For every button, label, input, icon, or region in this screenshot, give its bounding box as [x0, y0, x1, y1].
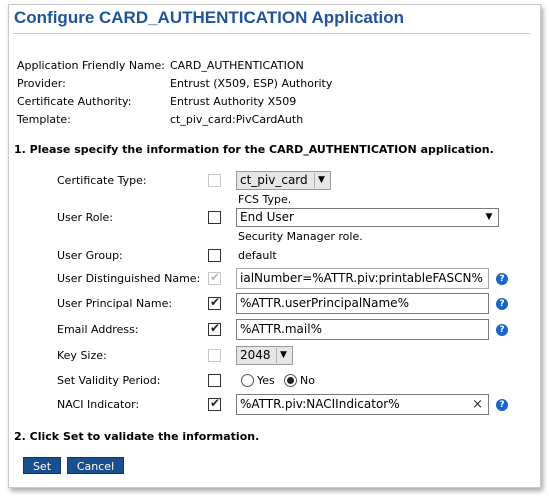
row-certificate-type: Certificate Type: ct_piv_card ▼ [0, 170, 549, 192]
email-address-checkbox[interactable] [208, 321, 221, 336]
naci-indicator-label: NACI Indicator: [57, 398, 140, 411]
key-size-checkbox [208, 349, 221, 362]
naci-indicator-value: %ATTR.piv:NACIIndicator% [240, 397, 400, 411]
info-label: Provider: [17, 77, 66, 90]
row-naci-indicator: NACI Indicator: %ATTR.piv:NACIIndicator%… [0, 394, 549, 416]
certificate-type-select: ct_piv_card ▼ [236, 171, 331, 190]
step-2-instruction: 2. Click Set to validate the information… [14, 430, 260, 443]
user-dn-value: ialNumber=%ATTR.piv:printableFASCN% [240, 271, 483, 285]
row-key-size: Key Size: 2048 ▼ [0, 345, 549, 367]
validity-no-radio[interactable] [284, 374, 297, 387]
user-group-value: default [238, 249, 277, 262]
user-role-select[interactable]: End User ▼ [236, 208, 499, 227]
info-label: Template: [17, 113, 71, 126]
validity-period-checkbox[interactable] [208, 374, 221, 387]
user-principal-name-input[interactable]: %ATTR.userPrincipalName% [236, 293, 489, 314]
row-user-principal-name: User Principal Name: %ATTR.userPrincipal… [0, 293, 549, 315]
chevron-down-icon: ▼ [276, 348, 290, 363]
help-icon[interactable]: ? [496, 399, 508, 411]
clear-icon[interactable]: × [472, 395, 483, 414]
info-value: Entrust Authority X509 [170, 95, 297, 108]
title-divider [13, 33, 530, 34]
certificate-type-hint: FCS Type. [238, 193, 292, 206]
key-size-select: 2048 ▼ [236, 346, 293, 365]
certificate-type-label: Certificate Type: [57, 174, 147, 187]
chevron-down-icon: ▼ [314, 173, 328, 188]
key-size-value: 2048 [240, 348, 271, 362]
user-principal-name-label: User Principal Name: [57, 297, 173, 310]
row-email-address: Email Address: %ATTR.mail% ? [0, 319, 549, 341]
user-principal-name-value: %ATTR.userPrincipalName% [240, 296, 409, 310]
chevron-down-icon: ▼ [485, 212, 493, 222]
user-principal-name-checkbox[interactable] [208, 295, 221, 310]
row-user-role: User Role: End User ▼ [0, 207, 549, 229]
validity-yes-radio[interactable] [241, 374, 254, 387]
user-dn-label: User Distinguished Name: [57, 272, 201, 285]
set-button[interactable]: Set [23, 457, 61, 474]
validity-yes-label: Yes [257, 374, 275, 387]
info-label: Application Friendly Name: [17, 59, 166, 72]
info-value: CARD_AUTHENTICATION [170, 59, 304, 72]
help-icon[interactable]: ? [496, 273, 508, 285]
user-group-label: User Group: [57, 249, 123, 262]
row-validity-period: Set Validity Period: Yes No [0, 370, 549, 392]
info-value: ct_piv_card:PivCardAuth [170, 113, 304, 126]
row-user-group: User Group: default [0, 245, 549, 267]
step-1-instruction: 1. Please specify the information for th… [14, 143, 494, 156]
validity-period-label: Set Validity Period: [57, 374, 161, 387]
naci-indicator-checkbox[interactable] [208, 396, 221, 411]
naci-indicator-input[interactable]: %ATTR.piv:NACIIndicator% × [236, 394, 489, 415]
user-dn-input: ialNumber=%ATTR.piv:printableFASCN% [236, 268, 489, 289]
email-address-label: Email Address: [57, 323, 139, 336]
key-size-label: Key Size: [57, 349, 107, 362]
email-address-value: %ATTR.mail% [240, 322, 322, 336]
certificate-type-value: ct_piv_card [240, 173, 308, 187]
user-group-checkbox[interactable] [208, 249, 221, 262]
user-role-label: User Role: [57, 211, 113, 224]
info-label: Certificate Authority: [17, 95, 132, 108]
certificate-type-checkbox [208, 174, 221, 187]
page-title: Configure CARD_AUTHENTICATION Applicatio… [14, 8, 405, 27]
cancel-button[interactable]: Cancel [67, 457, 124, 474]
user-dn-checkbox [208, 270, 221, 285]
user-role-checkbox[interactable] [208, 211, 221, 224]
help-icon[interactable]: ? [496, 298, 508, 310]
validity-no-label: No [300, 374, 315, 387]
help-icon[interactable]: ? [496, 324, 508, 336]
email-address-input[interactable]: %ATTR.mail% [236, 319, 489, 340]
info-value: Entrust (X509, ESP) Authority [170, 77, 333, 90]
user-role-value: End User [240, 210, 294, 224]
user-role-hint: Security Manager role. [238, 230, 363, 243]
row-user-dn: User Distinguished Name: ialNumber=%ATTR… [0, 268, 549, 290]
